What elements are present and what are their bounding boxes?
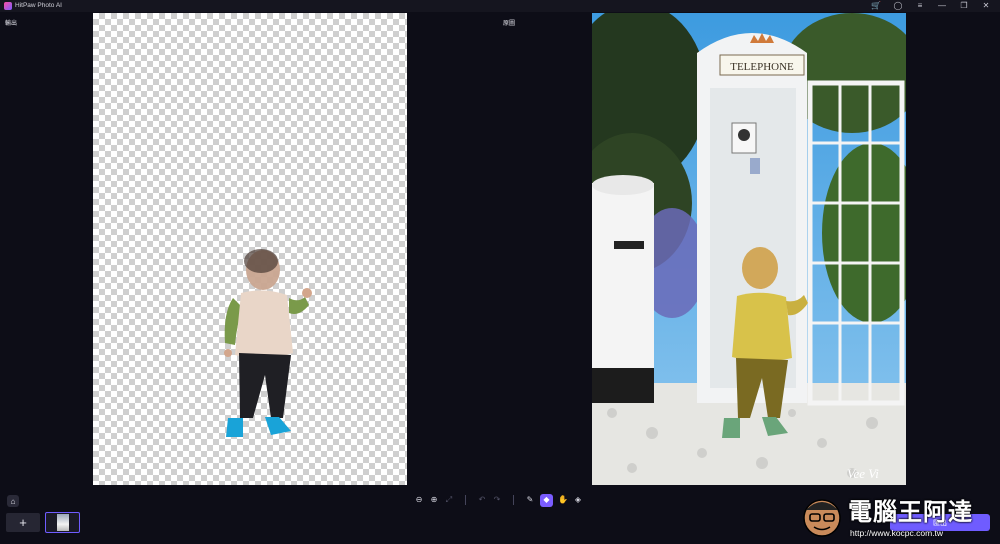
original-canvas[interactable]: TELEPHONE Vee Vi [592, 13, 906, 485]
add-image-button[interactable]: + [6, 513, 40, 532]
toolbar-divider [465, 495, 466, 505]
menu-icon[interactable]: ≡ [914, 0, 926, 12]
canvas-toolbar: ⊖ ⊕ ⤢ ↶ ↷ ✎ ◆ ✋ ◈ [414, 492, 583, 508]
close-icon[interactable]: ✕ [980, 0, 992, 12]
original-photo: TELEPHONE Vee Vi [592, 13, 906, 485]
mascot-face-icon [803, 499, 841, 537]
output-canvas[interactable] [93, 13, 407, 485]
zoom-in-icon[interactable]: ⊕ [429, 495, 439, 505]
app-logo-icon [4, 2, 12, 10]
thumbnail-preview [56, 514, 69, 531]
home-button[interactable]: ⌂ [7, 495, 19, 507]
telephone-sign: TELEPHONE [730, 61, 794, 73]
cutout-child-image [224, 249, 312, 437]
fit-screen-icon[interactable]: ⤢ [444, 495, 454, 505]
title-bar: HitPaw Photo AI 🛒 ◯ ≡ — ❐ ✕ [0, 0, 1000, 12]
output-panel-label: 輸出 [5, 21, 18, 27]
zoom-out-icon[interactable]: ⊖ [414, 495, 424, 505]
account-icon[interactable]: ◯ [892, 0, 904, 12]
undo-icon[interactable]: ↶ [477, 495, 487, 505]
brush-icon[interactable]: ✎ [525, 495, 535, 505]
original-panel-label: 原圖 [503, 21, 516, 27]
site-watermark: 電腦王阿達 http://www.kocpc.com.tw [800, 488, 1000, 544]
hand-icon[interactable]: ✋ [558, 495, 568, 505]
restore-icon[interactable]: ❐ [958, 0, 970, 12]
image-thumbnail[interactable] [45, 512, 80, 533]
watermark-text: 電腦王阿達 [848, 498, 973, 526]
minimize-icon[interactable]: — [936, 0, 948, 12]
cart-icon[interactable]: 🛒 [870, 0, 882, 12]
app-title: HitPaw Photo AI [15, 2, 62, 9]
toolbar-divider [513, 495, 514, 505]
watermark-url: http://www.kocpc.com.tw [850, 528, 944, 538]
fill-icon[interactable]: ◈ [573, 495, 583, 505]
redo-icon[interactable]: ↷ [492, 495, 502, 505]
eraser-icon[interactable]: ◆ [540, 493, 553, 507]
photo-signature: Vee Vi [847, 466, 879, 481]
